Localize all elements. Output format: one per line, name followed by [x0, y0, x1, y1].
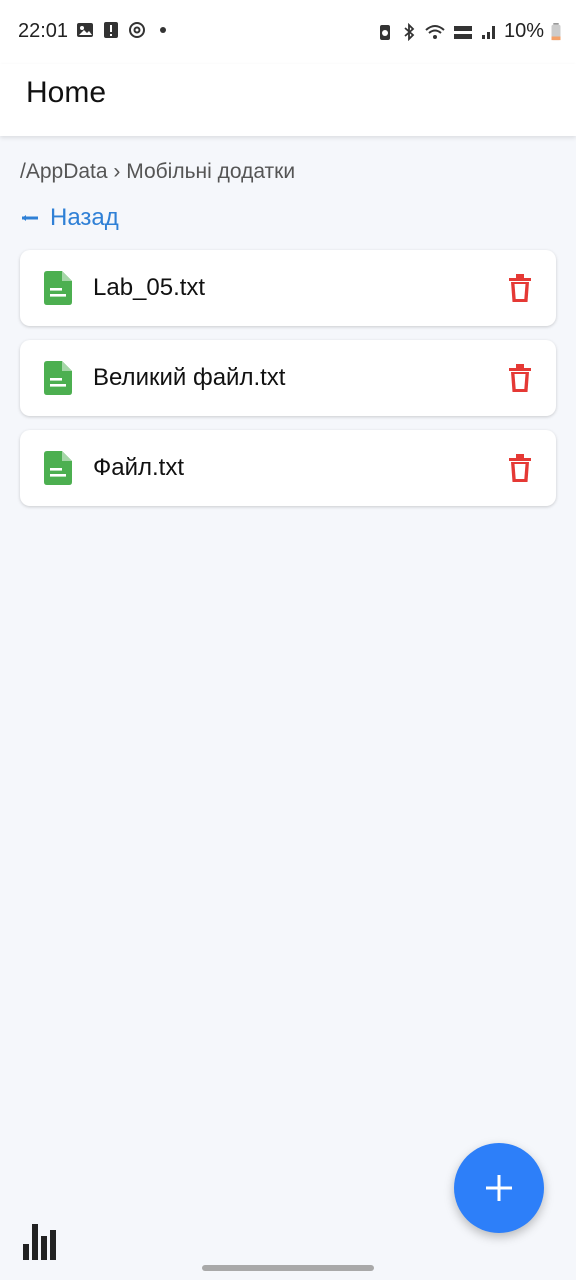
vowifi-icon — [453, 25, 472, 39]
file-item[interactable]: Файл.txt — [20, 430, 556, 506]
status-left-icons — [76, 21, 172, 39]
threads-icon — [129, 22, 145, 38]
app-bar: Home — [0, 64, 576, 136]
image-icon — [77, 23, 93, 37]
breadcrumb: /AppData › Мобільні додатки — [20, 160, 296, 183]
file-document-icon — [44, 271, 72, 305]
delete-icon[interactable] — [508, 274, 532, 302]
file-item[interactable]: Великий файл.txt — [20, 340, 556, 416]
delete-icon[interactable] — [508, 364, 532, 392]
bar-chart-icon[interactable] — [22, 1222, 56, 1260]
arrow-left-icon — [22, 215, 38, 221]
file-name: Lab_05.txt — [93, 274, 206, 301]
battery-saver-icon — [379, 24, 390, 40]
file-document-icon — [44, 451, 72, 485]
file-name: Великий файл.txt — [93, 364, 286, 391]
status-bar: 22:01 10% — [0, 0, 576, 64]
add-file-button[interactable] — [454, 1143, 544, 1233]
battery-percent: 10% — [503, 20, 544, 42]
bluetooth-icon — [404, 22, 415, 41]
signal-icon — [481, 25, 495, 39]
file-document-icon — [44, 361, 72, 395]
status-time: 22:01 — [18, 20, 69, 42]
battery-icon — [551, 22, 561, 40]
wifi-icon — [425, 24, 445, 39]
file-name: Файл.txt — [93, 454, 185, 481]
back-button[interactable]: Назад — [20, 204, 119, 232]
status-right: 10% — [376, 20, 562, 43]
file-list: Lab_05.txt Великий файл.txt Файл.txt — [20, 250, 556, 520]
delete-icon[interactable] — [508, 454, 532, 482]
alert-icon — [104, 22, 118, 38]
page-title: Home — [26, 76, 107, 109]
plus-icon — [486, 1175, 512, 1201]
dot-icon — [160, 27, 166, 33]
file-item[interactable]: Lab_05.txt — [20, 250, 556, 326]
home-indicator[interactable] — [202, 1265, 374, 1271]
back-label: Назад — [50, 204, 119, 231]
